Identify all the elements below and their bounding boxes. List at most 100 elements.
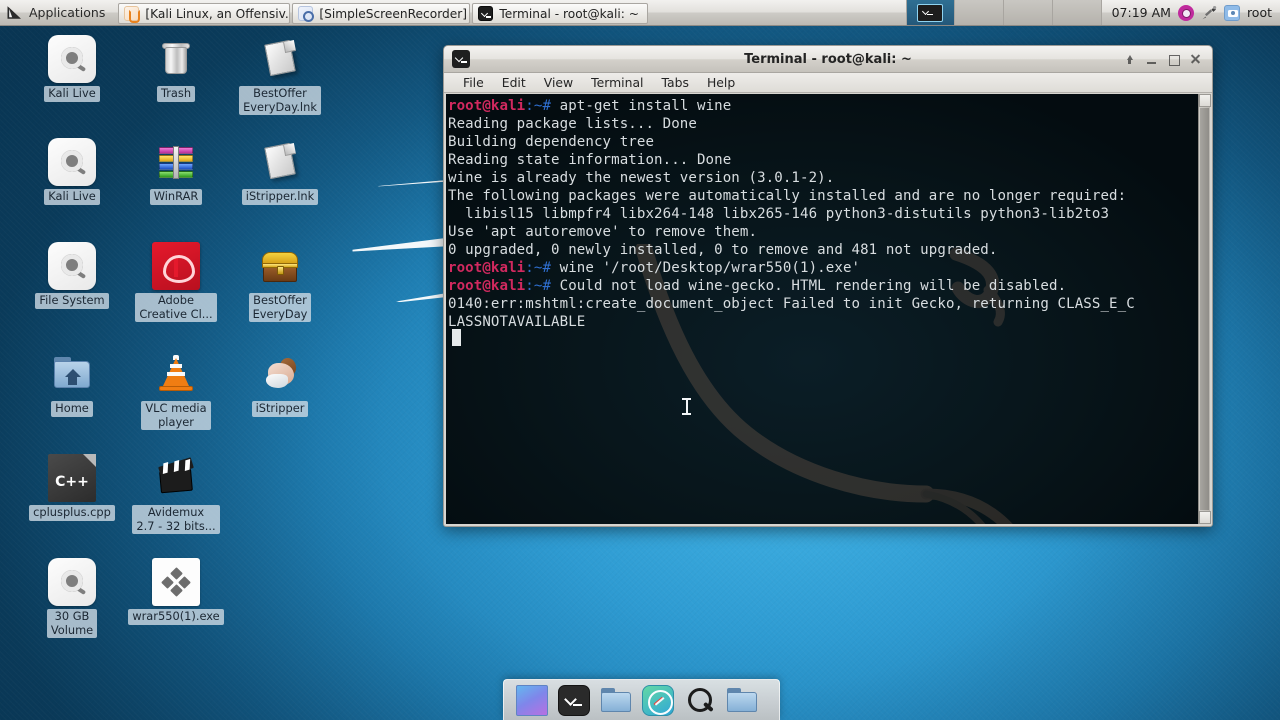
- window-task-list: [Kali Linux, an Offensiv... [SimpleScree…: [114, 0, 648, 25]
- desktop-icon-label: Home: [51, 401, 93, 417]
- terminal-window[interactable]: Terminal - root@kali: ~ File Edit View T…: [443, 45, 1213, 527]
- menu-help[interactable]: Help: [698, 75, 744, 90]
- terminal-body: root@kali:~# apt-get install wine Readin…: [446, 94, 1211, 524]
- desktop-icon-kali-live[interactable]: Kali Live: [20, 35, 124, 102]
- scroll-down-icon[interactable]: [1199, 511, 1211, 524]
- trash-can-icon: [152, 35, 200, 83]
- desktop-icon-label: File System: [35, 293, 109, 309]
- workspace-2[interactable]: [955, 0, 1005, 25]
- avidemux-clapper-icon: [152, 454, 200, 502]
- workspace-1[interactable]: [906, 0, 956, 25]
- desktop-icon-cplusplus-cpp[interactable]: C++ cplusplus.cpp: [20, 454, 124, 521]
- scrollbar-thumb[interactable]: [1200, 108, 1209, 510]
- system-tray: 07:19 AM root: [1102, 0, 1280, 25]
- taskbar-item-firefox[interactable]: [Kali Linux, an Offensiv...: [118, 3, 291, 24]
- text-ibeam-pointer: [682, 398, 691, 415]
- taskbar-item-label: Terminal - root@kali: ~: [499, 6, 639, 21]
- desktop-icon-istripper[interactable]: iStripper: [228, 350, 332, 417]
- maximize-icon[interactable]: [1167, 53, 1180, 66]
- vlc-cone-icon: [152, 350, 200, 398]
- taskbar-item-label: [SimpleScreenRecorder]: [319, 6, 468, 21]
- workspace-3[interactable]: [1004, 0, 1053, 25]
- desktop-icon-kali-live[interactable]: Kali Live: [20, 138, 124, 205]
- menu-view[interactable]: View: [535, 75, 582, 90]
- shortcut-page-icon: [256, 35, 304, 83]
- terminal-icon: [478, 6, 494, 21]
- username-label[interactable]: root: [1247, 5, 1272, 20]
- search-magnifier-icon[interactable]: [684, 685, 716, 716]
- hard-drive-icon: [48, 242, 96, 290]
- applications-menu-button[interactable]: Applications: [0, 0, 114, 25]
- desktop-icon-adobe-creative-cl[interactable]: Adobe Creative Cl...: [124, 242, 228, 322]
- terminal-screen[interactable]: root@kali:~# apt-get install wine Readin…: [446, 94, 1198, 524]
- top-panel: Applications [Kali Linux, an Offensiv...…: [0, 0, 1280, 26]
- desktop-icon-bestoffer-everyday-lnk[interactable]: BestOffer EveryDay.lnk: [228, 35, 332, 115]
- screenshot-camera-icon[interactable]: [1223, 4, 1240, 21]
- desktop-icon-label: BestOffer EveryDay.lnk: [239, 86, 321, 115]
- hard-drive-icon: [48, 558, 96, 606]
- taskbar-item-simplescreenrecorder[interactable]: [SimpleScreenRecorder]: [292, 3, 471, 24]
- show-desktop-icon[interactable]: [516, 684, 548, 716]
- desktop-icon-label: Trash: [156, 86, 196, 102]
- desktop-icon-file-system[interactable]: File System: [20, 242, 124, 309]
- desktop-icon-label: VLC media player: [141, 401, 211, 430]
- terminal-title: Terminal - root@kali: ~: [744, 51, 912, 67]
- desktop-icon-bestoffer-everyday[interactable]: BestOffer EveryDay: [228, 242, 332, 322]
- workspace-pager[interactable]: [905, 0, 1102, 25]
- terminal-cursor: [452, 329, 461, 346]
- hard-drive-icon: [48, 138, 96, 186]
- treasure-chest-icon: [256, 242, 304, 290]
- window-controls: [1123, 53, 1208, 66]
- desktop-icon-label: iStripper: [251, 401, 309, 417]
- desktop-icon-wrar550-1-exe[interactable]: wrar550(1).exe: [124, 558, 228, 625]
- desktop-icon-avidemux-2-7-32-bits[interactable]: Avidemux 2.7 - 32 bits...: [124, 454, 228, 534]
- menu-tabs[interactable]: Tabs: [653, 75, 698, 90]
- shade-icon[interactable]: [1123, 53, 1136, 66]
- desktop-icon-label: Adobe Creative Cl...: [135, 293, 217, 322]
- desktop-icon-label: iStripper.lnk: [241, 189, 319, 205]
- desktop-icon-30-gb-volume[interactable]: 30 GB Volume: [20, 558, 124, 638]
- pen-icon[interactable]: [1201, 5, 1217, 21]
- desktop-icon-vlc-media-player[interactable]: VLC media player: [124, 350, 228, 430]
- terminal-icon: [452, 50, 470, 68]
- wrar-exe-icon: [152, 558, 200, 606]
- istripper-icon: [256, 350, 304, 398]
- home-folder-icon: [48, 350, 96, 398]
- hard-drive-icon: [48, 35, 96, 83]
- desktop-icon-label: BestOffer EveryDay: [248, 293, 312, 322]
- workspace-4[interactable]: [1052, 0, 1102, 25]
- desktop-icon-winrar[interactable]: WinRAR: [124, 138, 228, 205]
- target-icon[interactable]: [1177, 4, 1194, 21]
- desktop-icon-label: wrar550(1).exe: [128, 609, 224, 625]
- terminal-scrollbar[interactable]: [1198, 94, 1211, 524]
- menu-file[interactable]: File: [454, 75, 493, 90]
- terminal-titlebar[interactable]: Terminal - root@kali: ~: [444, 46, 1212, 73]
- cpp-file-icon: C++: [48, 454, 96, 502]
- menu-edit[interactable]: Edit: [493, 75, 535, 90]
- firefox-icon: [124, 6, 141, 23]
- shortcut-page-icon: [256, 138, 304, 186]
- desktop-icon-label: cplusplus.cpp: [29, 505, 115, 521]
- bottom-dock: [503, 679, 780, 720]
- desktop-icon-label: Avidemux 2.7 - 32 bits...: [132, 505, 220, 534]
- applications-label: Applications: [29, 5, 106, 20]
- panel-spacer: [648, 0, 906, 25]
- desktop-icon-istripper-lnk[interactable]: iStripper.lnk: [228, 138, 332, 205]
- close-icon[interactable]: [1189, 53, 1202, 66]
- desktop-icon-label: Kali Live: [44, 86, 100, 102]
- taskbar-item-terminal[interactable]: Terminal - root@kali: ~: [472, 3, 648, 24]
- desktop-icon-trash[interactable]: Trash: [124, 35, 228, 102]
- file-manager-folder-icon[interactable]: [726, 685, 758, 716]
- file-manager-folder-icon[interactable]: [600, 685, 632, 716]
- web-browser-compass-icon[interactable]: [642, 684, 674, 716]
- menu-terminal[interactable]: Terminal: [582, 75, 652, 90]
- scroll-up-icon[interactable]: [1199, 94, 1211, 107]
- terminal-icon[interactable]: [558, 684, 590, 716]
- clock[interactable]: 07:19 AM: [1112, 5, 1171, 20]
- taskbar-item-label: [Kali Linux, an Offensiv...: [145, 6, 291, 21]
- terminal-menubar: File Edit View Terminal Tabs Help: [444, 73, 1212, 93]
- workspace-window-thumbnail: [917, 3, 944, 22]
- desktop-icon-label: WinRAR: [149, 189, 203, 205]
- desktop-icon-home[interactable]: Home: [20, 350, 124, 417]
- minimize-icon[interactable]: [1145, 53, 1158, 66]
